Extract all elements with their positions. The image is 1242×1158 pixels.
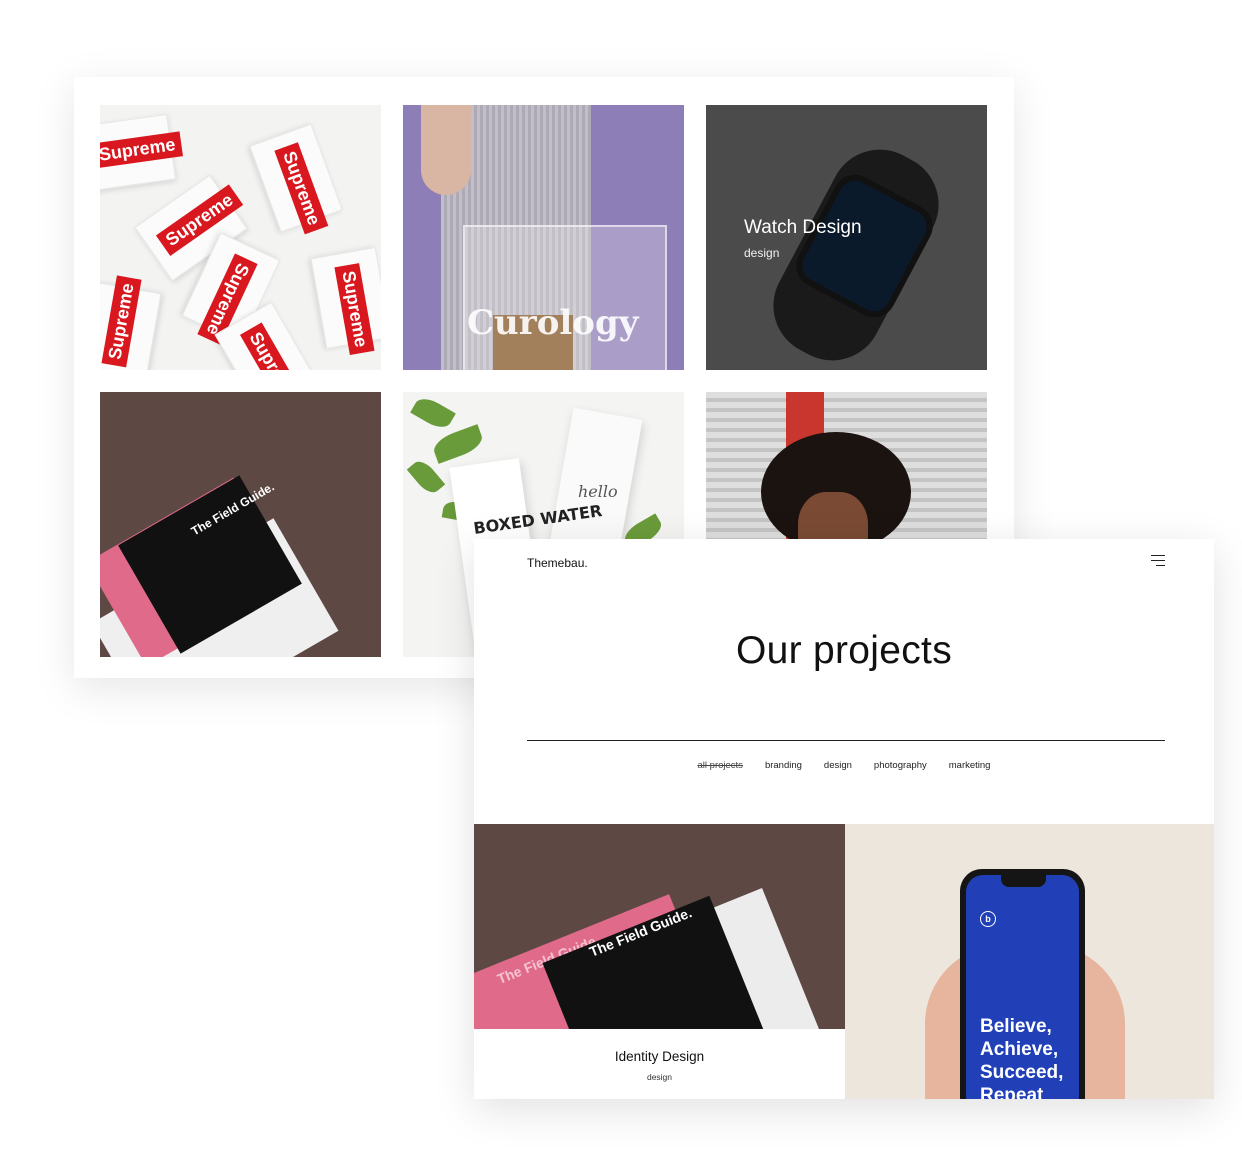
sticker: Supreme: [100, 113, 184, 193]
filter-marketing[interactable]: marketing: [949, 760, 991, 771]
headline-line: Succeed,: [980, 1062, 1064, 1083]
filter-design[interactable]: design: [824, 760, 852, 771]
filter-all-projects[interactable]: all projects: [698, 760, 743, 771]
project-tile-curology[interactable]: Curology: [403, 105, 684, 370]
project-tile-supreme[interactable]: Supreme Supreme Supreme Supreme Supreme …: [100, 105, 381, 370]
sticker: Supreme: [100, 275, 162, 370]
sticker: Supreme: [310, 246, 381, 356]
project-card-identity-design[interactable]: The Field Guide The Field Guide. Identit…: [474, 824, 845, 1099]
hamburger-icon[interactable]: [1151, 555, 1165, 567]
sticker: Supreme: [249, 123, 343, 235]
brand-logo[interactable]: Themebau.: [527, 556, 588, 570]
project-tile-field-guide[interactable]: The Field Guide.: [100, 392, 381, 657]
sticker-label: Supreme: [101, 275, 142, 368]
sticker-label: Supreme: [334, 263, 375, 356]
phone-headline: Believe, Achieve, Succeed, Repeat: [980, 1015, 1063, 1099]
skin-shape: [421, 105, 471, 195]
bag-logo-text: Curology: [467, 303, 639, 343]
sticker-label: Supreme: [100, 131, 184, 169]
filter-photography[interactable]: photography: [874, 760, 927, 771]
project-title: Watch Design: [744, 217, 862, 238]
project-category: design: [744, 246, 780, 260]
phone-notch: [1001, 875, 1046, 887]
headline-line: Repeat: [980, 1085, 1044, 1099]
title-divider: [527, 740, 1165, 741]
project-card-phone[interactable]: b Believe, Achieve, Succeed, Repeat: [845, 824, 1214, 1099]
project-tile-watch[interactable]: Watch Design design: [706, 105, 987, 370]
phone-mockup: b Believe, Achieve, Succeed, Repeat: [960, 869, 1085, 1099]
project-image: The Field Guide The Field Guide.: [474, 824, 845, 1029]
leaf: [410, 393, 456, 433]
headline-line: Achieve,: [980, 1039, 1059, 1060]
sticker-label: Supreme: [239, 322, 307, 370]
carton-script: hello: [578, 482, 618, 501]
sticker-label: Supreme: [274, 142, 329, 235]
project-title: Identity Design: [614, 1049, 705, 1064]
filter-bar: all projects branding design photography…: [474, 760, 1214, 771]
page-title: Our projects: [735, 629, 952, 672]
project-category: design: [646, 1072, 673, 1082]
leaf: [430, 424, 486, 464]
filter-branding[interactable]: branding: [765, 760, 802, 771]
themebau-projects-page: Themebau. Our projects all projects bran…: [474, 539, 1214, 1099]
headline-line: Believe,: [980, 1016, 1052, 1037]
app-logo-icon: b: [980, 911, 996, 927]
phone-screen: b Believe, Achieve, Succeed, Repeat: [966, 875, 1079, 1099]
